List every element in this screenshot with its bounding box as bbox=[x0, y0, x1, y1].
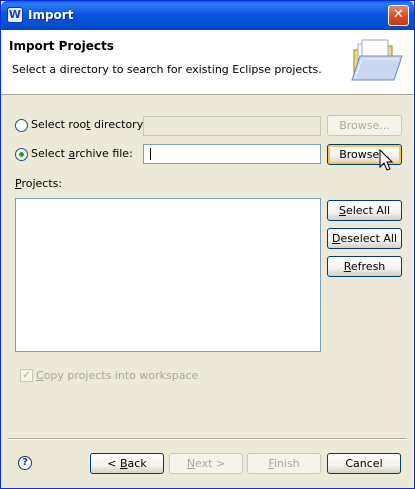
back-button[interactable]: < Back bbox=[90, 453, 164, 474]
folder-icon bbox=[351, 39, 403, 81]
wizard-header: Import Projects Select a directory to se… bbox=[1, 30, 414, 95]
archive-file-radio[interactable] bbox=[15, 148, 28, 161]
projects-label: Projects: bbox=[15, 177, 63, 190]
archive-file-label[interactable]: Select archive file: bbox=[31, 147, 133, 160]
mouse-pointer-icon bbox=[379, 149, 394, 171]
text-caret bbox=[150, 148, 151, 160]
copy-into-workspace-label: Copy projects into workspace bbox=[36, 369, 199, 382]
cancel-button[interactable]: Cancel bbox=[327, 453, 401, 474]
footer-separator bbox=[8, 438, 407, 440]
browse-root-button[interactable]: Browse... bbox=[327, 115, 402, 136]
deselect-all-button[interactable]: Deselect All bbox=[327, 228, 402, 249]
next-button[interactable]: Next > bbox=[169, 453, 243, 474]
select-all-button[interactable]: Select All bbox=[327, 200, 402, 221]
root-directory-input[interactable] bbox=[143, 116, 321, 136]
close-button[interactable]: ✕ bbox=[388, 5, 409, 26]
copy-into-workspace-checkbox[interactable]: ✓ bbox=[20, 369, 33, 382]
page-title: Import Projects bbox=[9, 39, 114, 53]
import-dialog: W Import ✕ Import Projects Select a dire… bbox=[0, 0, 415, 489]
window-title: Import bbox=[28, 8, 74, 22]
title-bar[interactable]: W Import ✕ bbox=[1, 1, 414, 30]
root-directory-radio[interactable] bbox=[15, 119, 28, 132]
projects-list[interactable] bbox=[15, 198, 321, 352]
page-description: Select a directory to search for existin… bbox=[12, 63, 322, 76]
help-icon[interactable]: ? bbox=[18, 456, 32, 470]
app-w-icon: W bbox=[7, 7, 23, 23]
refresh-button[interactable]: Refresh bbox=[327, 256, 402, 277]
root-directory-label[interactable]: Select root directory: bbox=[31, 118, 146, 131]
archive-file-input[interactable] bbox=[143, 144, 321, 164]
finish-button[interactable]: Finish bbox=[247, 453, 321, 474]
